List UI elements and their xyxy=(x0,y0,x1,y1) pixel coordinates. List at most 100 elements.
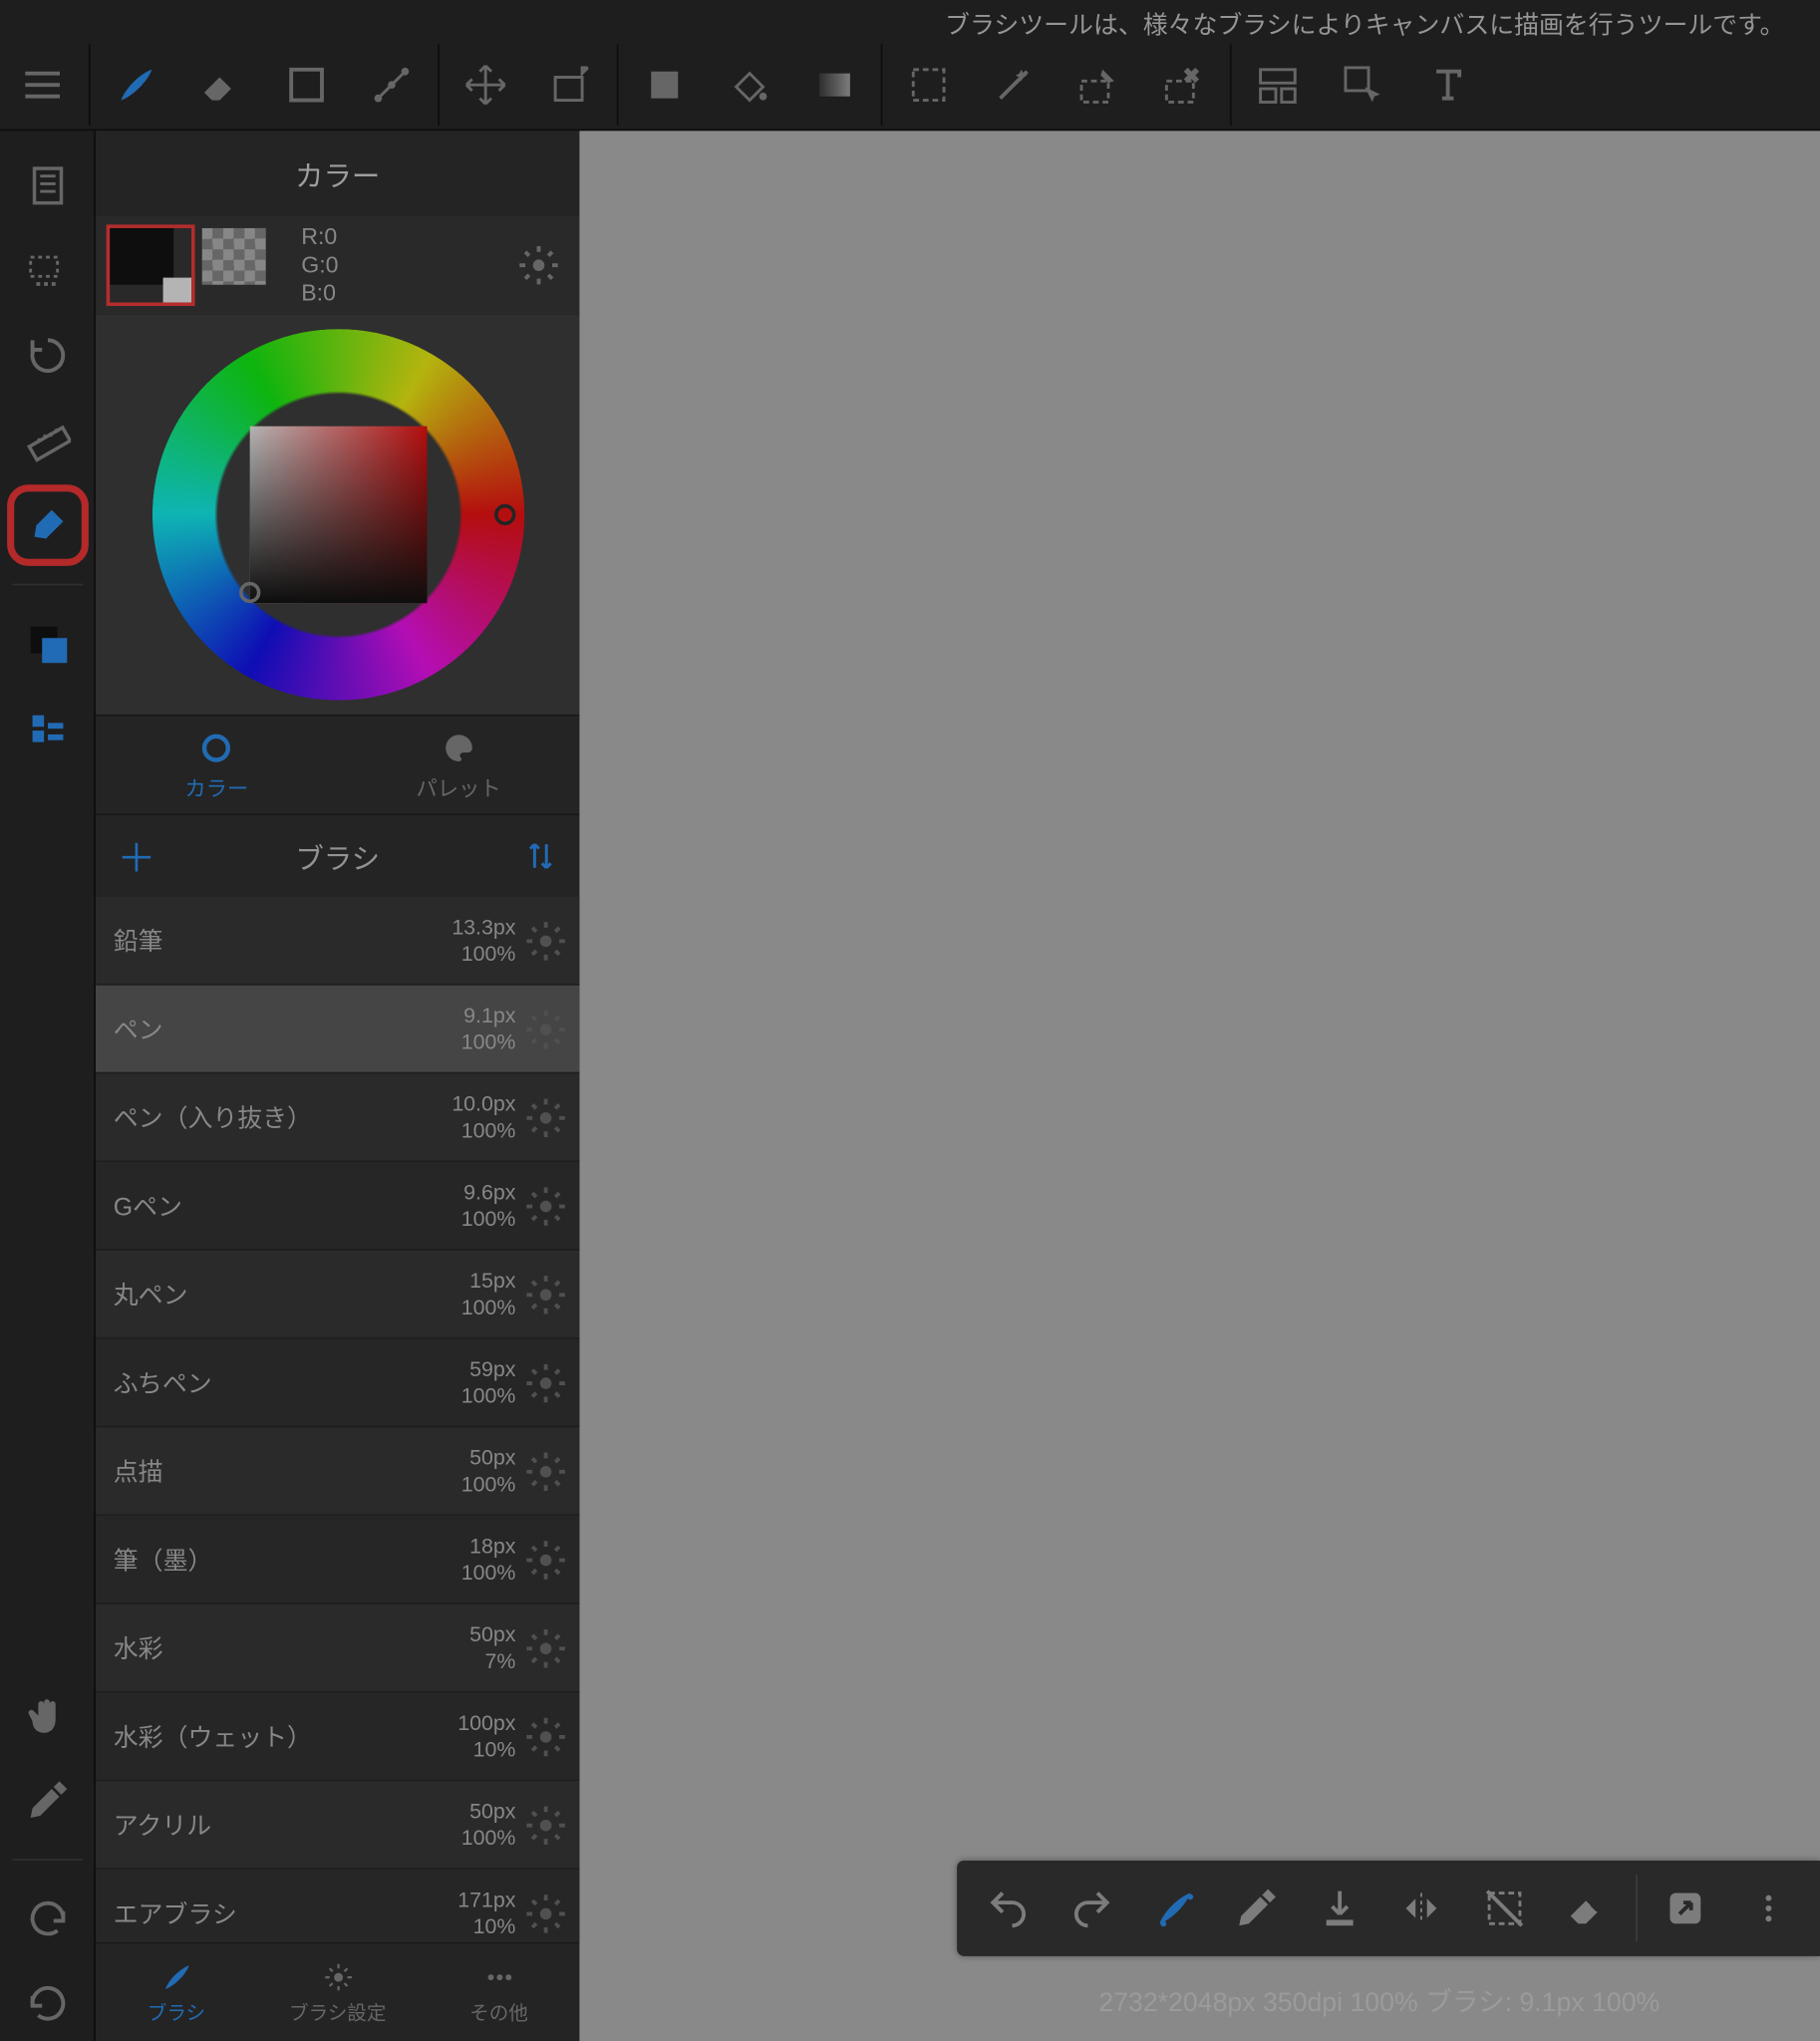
brush-row[interactable]: 点描50px100% xyxy=(96,1427,579,1516)
brush-list[interactable]: 鉛筆13.3px100%ペン9.1px100%ペン（入り抜き）10.0px100… xyxy=(96,897,579,1942)
brush-name: 丸ペン xyxy=(114,1276,461,1311)
float-redo-button[interactable] xyxy=(1051,1868,1133,1949)
rail-layers-button[interactable] xyxy=(10,692,85,766)
float-deselect-button[interactable] xyxy=(1463,1868,1546,1949)
menu-button[interactable] xyxy=(0,42,85,127)
hue-cursor[interactable] xyxy=(493,504,514,525)
brush-row[interactable]: 丸ペン15px100% xyxy=(96,1251,579,1339)
gradient-tool-button[interactable] xyxy=(792,42,877,127)
frame-tool-button[interactable] xyxy=(1235,42,1320,127)
path-tool-button[interactable] xyxy=(349,42,434,127)
brush-tool-button[interactable] xyxy=(94,42,178,127)
sort-brushes-button[interactable] xyxy=(523,838,559,873)
canvas-area[interactable] xyxy=(579,131,1820,2041)
brush-row[interactable]: 水彩（ウェット）100px10% xyxy=(96,1692,579,1781)
float-eyedropper-button[interactable] xyxy=(1215,1868,1298,1949)
rail-eyedropper-button[interactable] xyxy=(10,1763,85,1838)
brush-stats: 13.3px100% xyxy=(452,914,515,967)
float-flip-button[interactable] xyxy=(1380,1868,1463,1949)
brush-settings-button[interactable] xyxy=(523,1271,569,1316)
float-more-button[interactable] xyxy=(1727,1868,1810,1949)
rail-selection-button[interactable] xyxy=(10,233,85,308)
brush-settings-button[interactable] xyxy=(523,1006,569,1051)
tool-tooltip: ブラシツールは、様々なブラシによりキャンバスに描画を行うツールです。 xyxy=(945,7,1784,42)
bucket-tool-button[interactable] xyxy=(707,42,791,127)
magic-wand-button[interactable] xyxy=(971,42,1056,127)
color-panel-title: カラー xyxy=(96,131,579,215)
brush-row[interactable]: ペン（入り抜き）10.0px100% xyxy=(96,1073,579,1162)
swatch-row: R:0 G:0 B:0 xyxy=(96,216,579,315)
eraser-tool-button[interactable] xyxy=(179,42,264,127)
brush-row[interactable]: アクリル50px100% xyxy=(96,1781,579,1870)
float-undo-button[interactable] xyxy=(968,1868,1051,1949)
tab-color[interactable]: カラー xyxy=(96,717,338,814)
brush-stats: 50px100% xyxy=(461,1444,516,1497)
tab-palette[interactable]: パレット xyxy=(338,717,580,814)
bottom-tab-other[interactable]: その他 xyxy=(419,1943,580,2041)
bottom-tab-brush[interactable]: ブラシ xyxy=(96,1943,257,2041)
brush-stats: 50px100% xyxy=(461,1798,516,1851)
select-pen-button[interactable] xyxy=(1057,42,1141,127)
rail-redo-button[interactable] xyxy=(10,1882,85,1956)
brush-panel-header: ＋ ブラシ xyxy=(96,815,579,897)
brush-row[interactable]: ふちペン59px100% xyxy=(96,1338,579,1427)
brush-settings-button[interactable] xyxy=(523,1802,569,1848)
side-panel: カラー R:0 G:0 B:0 カラー xyxy=(96,131,579,2041)
rail-rotate-button[interactable] xyxy=(10,318,85,393)
brush-row[interactable]: Gペン9.6px100% xyxy=(96,1162,579,1251)
brush-row[interactable]: エアブラシ171px10% xyxy=(96,1870,579,1942)
brush-stats: 59px100% xyxy=(461,1355,516,1408)
left-rail xyxy=(0,131,96,2041)
brush-name: 点描 xyxy=(114,1453,461,1488)
brush-row[interactable]: 水彩50px7% xyxy=(96,1604,579,1693)
brush-row[interactable]: 筆（墨）18px100% xyxy=(96,1516,579,1604)
rail-brush-button[interactable] xyxy=(10,488,85,563)
brush-settings-button[interactable] xyxy=(523,1182,569,1228)
select-rect-button[interactable] xyxy=(886,42,971,127)
brush-settings-button[interactable] xyxy=(523,1713,569,1759)
brush-settings-button[interactable] xyxy=(523,1890,569,1935)
brush-name: 鉛筆 xyxy=(114,923,453,958)
brush-settings-button[interactable] xyxy=(523,1624,569,1670)
sv-cursor[interactable] xyxy=(238,582,259,603)
add-brush-button[interactable]: ＋ xyxy=(117,828,155,885)
rail-ruler-button[interactable] xyxy=(10,404,85,478)
bottom-tab-settings[interactable]: ブラシ設定 xyxy=(257,1943,419,2041)
brush-row[interactable]: ペン9.1px100% xyxy=(96,986,579,1074)
brush-stats: 15px100% xyxy=(461,1268,516,1320)
color-wheel[interactable] xyxy=(96,315,579,715)
brush-settings-button[interactable] xyxy=(523,917,569,963)
brush-name: 水彩（ウェット） xyxy=(114,1718,457,1753)
transparent-swatch[interactable] xyxy=(202,228,284,303)
select-lasso-button[interactable] xyxy=(1141,42,1226,127)
brush-stats: 50px7% xyxy=(469,1621,515,1674)
brush-row[interactable]: 鉛筆13.3px100% xyxy=(96,897,579,986)
brush-stats: 18px100% xyxy=(461,1533,516,1586)
move-tool-button[interactable] xyxy=(443,42,527,127)
color-settings-button[interactable] xyxy=(512,239,565,292)
brush-settings-button[interactable] xyxy=(523,1448,569,1494)
shape-tool-button[interactable] xyxy=(264,42,349,127)
rgb-readout: R:0 G:0 B:0 xyxy=(301,223,338,308)
float-save-button[interactable] xyxy=(1298,1868,1380,1949)
brush-name: アクリル xyxy=(114,1807,461,1842)
rail-reference-button[interactable] xyxy=(10,148,85,223)
brush-settings-button[interactable] xyxy=(523,1359,569,1405)
brush-settings-button[interactable] xyxy=(523,1094,569,1140)
float-fullscreen-button[interactable] xyxy=(1645,1868,1727,1949)
panel-bottom-tabs: ブラシ ブラシ設定 その他 xyxy=(96,1942,579,2041)
float-brush-button[interactable] xyxy=(1133,1868,1216,1949)
rail-undo-button[interactable] xyxy=(10,1966,85,2041)
foreground-swatch[interactable] xyxy=(110,228,191,303)
transform-tool-button[interactable] xyxy=(528,42,613,127)
brush-settings-button[interactable] xyxy=(523,1536,569,1582)
fill-tool-button[interactable] xyxy=(622,42,707,127)
brush-panel-title: ブラシ xyxy=(295,835,380,878)
rail-color-button[interactable] xyxy=(10,607,85,682)
pointer-tool-button[interactable] xyxy=(1321,42,1405,127)
float-clear-button[interactable] xyxy=(1546,1868,1629,1949)
rail-hand-button[interactable] xyxy=(10,1678,85,1753)
brush-stats: 10.0px100% xyxy=(452,1090,515,1143)
text-tool-button[interactable] xyxy=(1405,42,1490,127)
brush-name: ペン（入り抜き） xyxy=(114,1099,453,1134)
